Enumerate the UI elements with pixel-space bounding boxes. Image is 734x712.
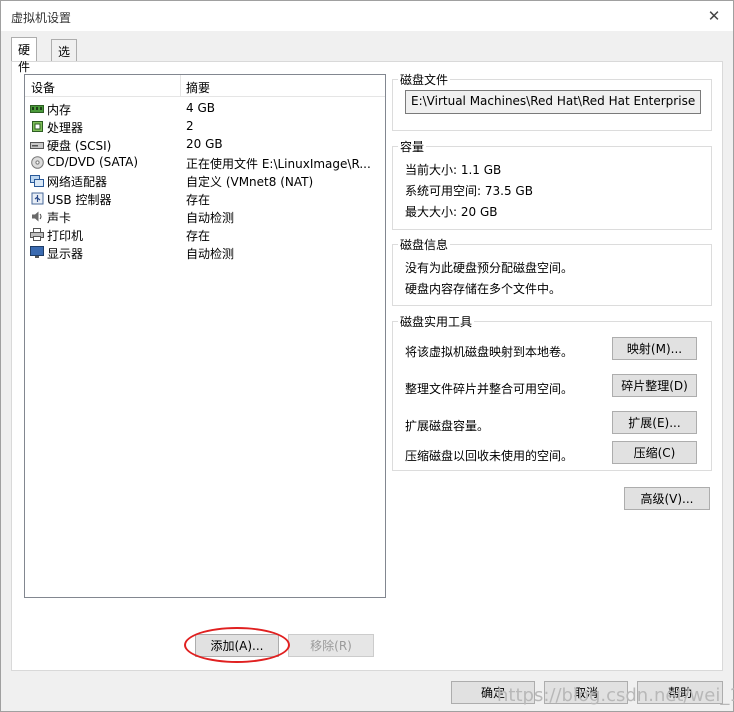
sound-card-icon — [30, 210, 44, 223]
device-summary: 2 — [186, 119, 194, 133]
device-name: 声卡 — [47, 211, 72, 225]
device-name: 打印机 — [47, 229, 84, 243]
device-summary: 20 GB — [186, 137, 223, 151]
device-summary: 自动检测 — [186, 211, 235, 225]
disk-file-path-field[interactable]: E:\Virtual Machines\Red Hat\Red Hat Ente… — [405, 90, 701, 114]
title-bar: 虚拟机设置 ✕ — [1, 1, 733, 31]
printer-icon — [30, 228, 44, 241]
map-description: 将该虚拟机磁盘映射到本地卷。 — [405, 345, 574, 359]
device-name: 网络适配器 — [47, 175, 108, 189]
hardware-panel: 设备 摘要 内存 4 GB 处理器 2 硬盘 (SCSI) 20 GB CD/D… — [11, 61, 723, 671]
close-icon[interactable]: ✕ — [703, 5, 725, 27]
disk-utilities-group: 磁盘实用工具 将该虚拟机磁盘映射到本地卷。 映射(M)... 整理文件碎片并整合… — [392, 313, 712, 471]
device-summary: 4 GB — [186, 101, 215, 115]
compact-button[interactable]: 压缩(C) — [612, 441, 697, 464]
capacity-label: 容量 — [398, 138, 427, 155]
device-summary: 自动检测 — [186, 247, 235, 261]
disk-file-label: 磁盘文件 — [398, 71, 451, 88]
advanced-button[interactable]: 高级(V)... — [624, 487, 710, 510]
device-summary: 正在使用文件 E:\LinuxImage\R... — [186, 157, 371, 171]
device-row-hard-disk[interactable]: 硬盘 (SCSI) 20 GB — [25, 136, 385, 154]
available-space-text: 系统可用空间: 73.5 GB — [405, 184, 533, 198]
display-icon — [30, 246, 44, 259]
disk-info-label: 磁盘信息 — [398, 236, 451, 253]
device-name: 显示器 — [47, 247, 84, 261]
remove-button[interactable]: 移除(R) — [288, 634, 374, 657]
expand-button[interactable]: 扩展(E)... — [612, 411, 697, 434]
disk-utilities-label: 磁盘实用工具 — [398, 313, 475, 330]
device-row-usb-controller[interactable]: USB 控制器 存在 — [25, 190, 385, 208]
compact-description: 压缩磁盘以回收未使用的空间。 — [405, 449, 574, 463]
device-summary: 自定义 (VMnet8 (NAT) — [186, 175, 314, 189]
device-row-display[interactable]: 显示器 自动检测 — [25, 244, 385, 262]
device-name: 处理器 — [47, 121, 84, 135]
device-summary: 存在 — [186, 229, 211, 243]
memory-icon — [30, 102, 44, 115]
device-row-cd-dvd[interactable]: CD/DVD (SATA) 正在使用文件 E:\LinuxImage\R... — [25, 154, 385, 172]
map-button[interactable]: 映射(M)... — [612, 337, 697, 360]
capacity-group: 容量 当前大小: 1.1 GB 系统可用空间: 73.5 GB 最大大小: 20… — [392, 138, 712, 230]
column-device[interactable]: 设备 — [31, 79, 55, 96]
network-adapter-icon — [30, 174, 44, 187]
device-list-header: 设备 摘要 — [25, 75, 385, 97]
watermark-text: https://blog.csdn.net/wei_114 — [497, 685, 734, 706]
vm-settings-window: 虚拟机设置 ✕ 硬件 选项 设备 摘要 内存 4 GB 处理器 2 — [0, 0, 734, 712]
device-list[interactable]: 设备 摘要 内存 4 GB 处理器 2 硬盘 (SCSI) 20 GB CD/D… — [24, 74, 386, 598]
device-row-sound-card[interactable]: 声卡 自动检测 — [25, 208, 385, 226]
disk-file-group: 磁盘文件 E:\Virtual Machines\Red Hat\Red Hat… — [392, 71, 712, 131]
disk-info-line-1: 没有为此硬盘预分配磁盘空间。 — [405, 261, 574, 275]
device-row-processor[interactable]: 处理器 2 — [25, 118, 385, 136]
device-name: 硬盘 (SCSI) — [47, 139, 112, 153]
tab-hardware[interactable]: 硬件 — [11, 37, 38, 74]
annotation-highlight-ring — [184, 627, 290, 663]
defrag-button[interactable]: 碎片整理(D) — [612, 374, 697, 397]
device-name: CD/DVD (SATA) — [47, 155, 139, 169]
current-size-text: 当前大小: 1.1 GB — [405, 163, 502, 177]
column-summary[interactable]: 摘要 — [186, 79, 210, 96]
usb-icon — [30, 192, 44, 205]
expand-description: 扩展磁盘容量。 — [405, 419, 490, 433]
device-row-printer[interactable]: 打印机 存在 — [25, 226, 385, 244]
disk-info-group: 磁盘信息 没有为此硬盘预分配磁盘空间。 硬盘内容存储在多个文件中。 — [392, 236, 712, 306]
column-separator — [180, 75, 181, 97]
tab-options[interactable]: 选项 — [51, 39, 78, 76]
device-row-memory[interactable]: 内存 4 GB — [25, 100, 385, 118]
device-name: 内存 — [47, 103, 72, 117]
window-title: 虚拟机设置 — [11, 11, 72, 25]
device-summary: 存在 — [186, 193, 211, 207]
cd-dvd-icon — [30, 156, 44, 169]
defrag-description: 整理文件碎片并整合可用空间。 — [405, 382, 574, 396]
disk-info-line-2: 硬盘内容存储在多个文件中。 — [405, 282, 562, 296]
max-size-text: 最大大小: 20 GB — [405, 205, 498, 219]
device-row-network-adapter[interactable]: 网络适配器 自定义 (VMnet8 (NAT) — [25, 172, 385, 190]
hard-disk-icon — [30, 138, 44, 151]
processor-icon — [30, 120, 44, 133]
device-name: USB 控制器 — [47, 193, 112, 207]
